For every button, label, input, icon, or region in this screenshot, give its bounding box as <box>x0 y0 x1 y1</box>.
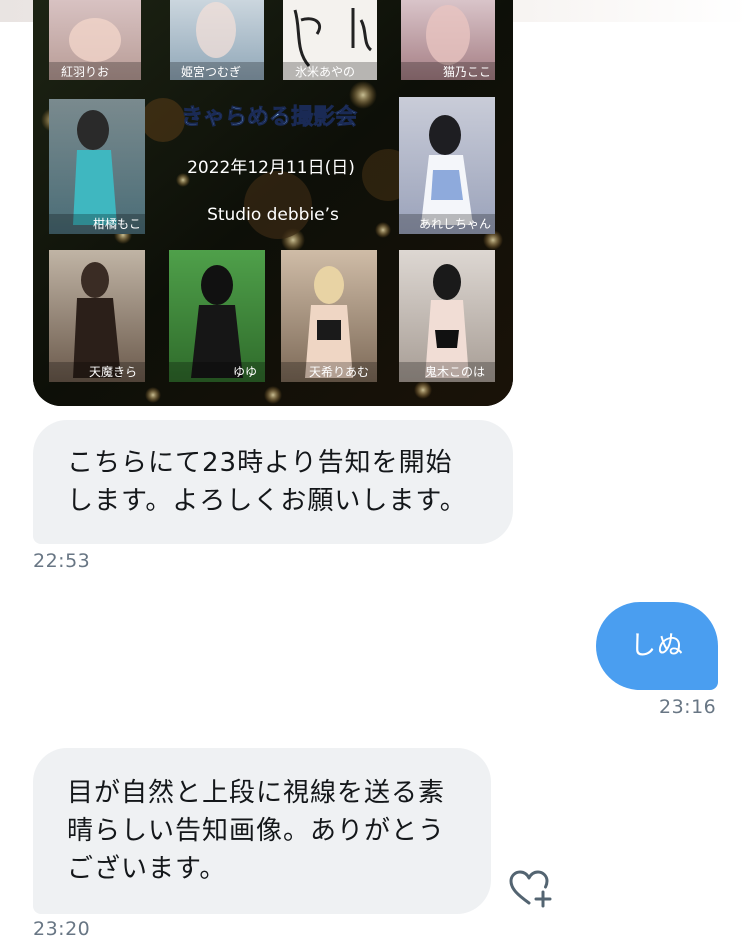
flyer-name: 天希りあむ <box>309 364 369 379</box>
event-flyer-image: 紅羽りお 姫宮つむぎ 氷米あやの 猫乃ここ 柑橘もこ あれしちゃん 天魔きら ゆ… <box>33 0 513 406</box>
message-line: しぬ <box>629 631 684 661</box>
message-line: 目が自然と上段に視線を送る素 <box>67 778 446 808</box>
flyer-name: あれしちゃん <box>419 217 491 231</box>
flyer-name: 姫宮つむぎ <box>181 64 241 79</box>
message-bubble-received[interactable]: こちらにて23時より告知を開始 します。よろしくお願いします。 <box>33 420 513 544</box>
heart-plus-icon[interactable] <box>508 869 556 909</box>
message-line: します。よろしくお願いします。 <box>67 486 467 516</box>
flyer-name: 鬼木このは <box>425 364 485 379</box>
flyer-name: 柑橘もこ <box>93 216 141 231</box>
message-line: 晴らしい告知画像。ありがとう <box>67 816 446 846</box>
message-bubble-sent[interactable]: しぬ <box>596 602 718 690</box>
event-venue: Studio debbie’s <box>207 205 339 225</box>
dm-conversation: 紅羽りお 姫宮つむぎ 氷米あやの 猫乃ここ 柑橘もこ あれしちゃん 天魔きら ゆ… <box>0 0 749 944</box>
message-line: こちらにて23時より告知を開始 <box>67 448 453 478</box>
image-attachment[interactable]: 紅羽りお 姫宮つむぎ 氷米あやの 猫乃ここ 柑橘もこ あれしちゃん 天魔きら ゆ… <box>33 0 513 406</box>
flyer-name: 紅羽りお <box>61 65 109 79</box>
flyer-name: 天魔きら <box>89 364 137 379</box>
flyer-name: 猫乃ここ <box>443 65 491 79</box>
event-title: きゃらめる撮影会 <box>181 104 357 130</box>
message-bubble-received[interactable]: 目が自然と上段に視線を送る素 晴らしい告知画像。ありがとう ございます。 <box>33 748 491 914</box>
message-timestamp: 22:53 <box>33 550 91 572</box>
flyer-name: ゆゆ <box>233 365 257 379</box>
message-line: ございます。 <box>67 854 227 884</box>
message-timestamp: 23:20 <box>33 918 91 940</box>
flyer-name: 氷米あやの <box>295 65 355 79</box>
message-timestamp: 23:16 <box>659 696 717 718</box>
event-date: 2022年12月11日(日) <box>187 158 355 178</box>
